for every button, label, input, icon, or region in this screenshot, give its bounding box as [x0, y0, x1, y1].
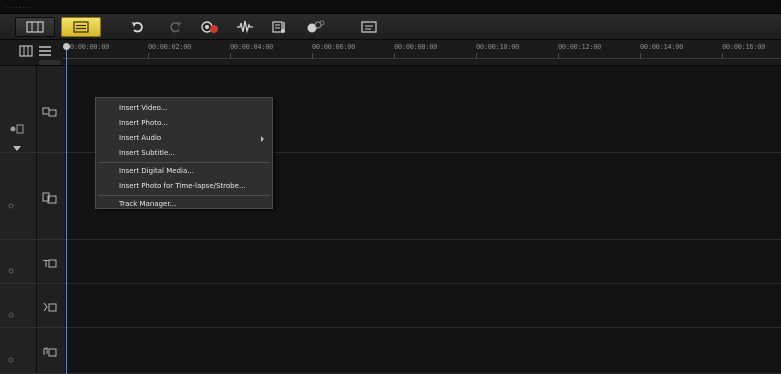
menu-item-label: Track Manager...	[119, 200, 177, 208]
menu-item-label: Insert Photo...	[119, 119, 168, 127]
auto-music-button[interactable]	[268, 17, 292, 37]
title-track-icon[interactable]: T	[42, 255, 58, 274]
track-visibility-icon[interactable]	[8, 259, 14, 274]
panel-grip[interactable]: ........	[0, 0, 781, 14]
menu-separator	[98, 162, 270, 163]
track-divider	[0, 152, 66, 153]
track-options[interactable]	[8, 122, 30, 156]
title-track-lane[interactable]	[66, 240, 781, 284]
timecode-label: 00:00:16:00	[722, 43, 766, 51]
music-track-icon[interactable]	[42, 344, 58, 363]
motion-icon	[307, 20, 325, 33]
record-icon	[201, 21, 218, 33]
menu-item-label: Insert Subtitle...	[119, 149, 175, 157]
record-capture-button[interactable]	[198, 17, 222, 37]
track-divider	[0, 239, 66, 240]
track-visibility-icon[interactable]	[8, 348, 14, 363]
ruler-baseline	[62, 58, 781, 59]
video-track-icon[interactable]	[42, 103, 58, 122]
subtitle-editor-button[interactable]	[357, 17, 381, 37]
undo-button[interactable]	[126, 17, 150, 37]
video-editor-window: ........ 00:00:00:00 00:00:02:00 00:00:0…	[0, 0, 781, 374]
timeline-ruler[interactable]: 00:00:00:00 00:00:02:00 00:00:04:00 00:00:0…	[62, 40, 781, 64]
music-track-lane[interactable]	[66, 328, 781, 374]
zoom-control[interactable]	[39, 60, 61, 65]
redo-button[interactable]	[163, 17, 187, 37]
track-visibility-icon[interactable]	[8, 194, 14, 208]
menu-item[interactable]: Insert Video...	[96, 101, 272, 116]
subtitle-icon	[361, 21, 377, 33]
undo-icon	[132, 22, 143, 33]
timeline-icon	[73, 21, 89, 33]
storyboard-icon	[26, 21, 44, 33]
list-view-icon	[39, 46, 51, 56]
track-divider	[0, 283, 66, 284]
track-view-toggle[interactable]	[19, 44, 55, 60]
submenu-arrow-icon	[261, 136, 264, 142]
timecode-label: 00:00:10:00	[476, 43, 520, 51]
menu-item[interactable]: Insert Digital Media...	[96, 164, 272, 179]
redo-icon	[170, 22, 181, 33]
film-strip-icon	[19, 45, 33, 57]
timecode-label: 00:00:14:00	[640, 43, 684, 51]
menu-item[interactable]: Insert Audio	[96, 131, 272, 146]
menu-item-label: Insert Photo for Time-lapse/Strobe...	[119, 182, 246, 190]
playhead-line[interactable]	[66, 50, 67, 374]
playhead-handle[interactable]	[63, 43, 70, 50]
overlay-track-icon[interactable]	[42, 190, 58, 209]
timecode-label: 00:00:02:00	[148, 43, 192, 51]
track-context-menu: Insert Video... Insert Photo... Insert Aud…	[95, 97, 273, 209]
timecode-label: 00:00:04:00	[230, 43, 274, 51]
menu-item[interactable]: Track Manager...	[96, 197, 272, 212]
timeline-view-button[interactable]	[61, 17, 101, 37]
menu-item-label: Insert Digital Media...	[119, 167, 194, 175]
motion-tracking-button[interactable]	[303, 17, 327, 37]
timecode-label: 00:00:06:00	[312, 43, 356, 51]
track-divider	[0, 327, 66, 328]
storyboard-view-button[interactable]	[15, 17, 55, 37]
grip-dots: ........	[4, 3, 33, 10]
sound-mixer-button[interactable]	[233, 17, 257, 37]
menu-item[interactable]: Insert Photo...	[96, 116, 272, 131]
audio-wave-icon	[237, 20, 253, 34]
track-visibility-icon[interactable]	[8, 303, 14, 318]
menu-item[interactable]: Insert Subtitle...	[96, 146, 272, 161]
auto-music-icon	[272, 21, 285, 33]
timecode-label: 00:00:12:00	[558, 43, 602, 51]
timeline-toolbar	[0, 14, 781, 40]
menu-item[interactable]: Insert Photo for Time-lapse/Strobe...	[96, 179, 272, 194]
voice-track-lane[interactable]	[66, 284, 781, 328]
timecode-label: 00:00:00:00	[66, 43, 110, 51]
menu-item-label: Insert Audio	[119, 134, 162, 142]
menu-item-label: Insert Video...	[119, 104, 168, 112]
timecode-label: 00:00:08:00	[394, 43, 438, 51]
menu-separator	[98, 195, 270, 196]
voice-track-icon[interactable]	[42, 299, 58, 318]
track-settings-icon	[10, 124, 24, 134]
